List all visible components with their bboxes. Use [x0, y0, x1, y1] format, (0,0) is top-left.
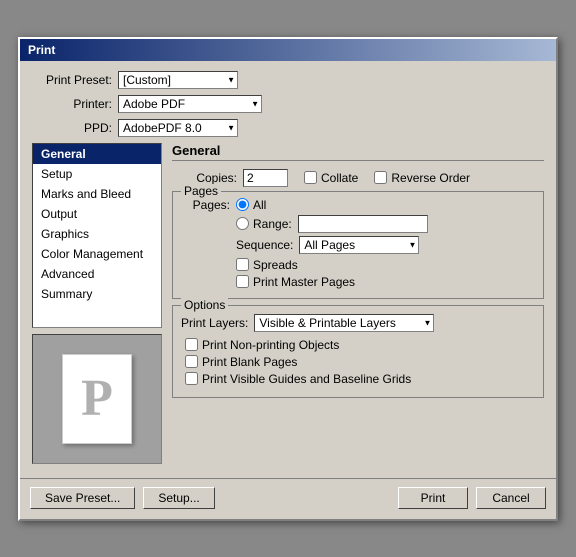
preset-select-wrapper: [Custom]DefaultHigh Quality	[118, 71, 238, 89]
all-text: All	[253, 198, 266, 212]
options-group-title: Options	[181, 298, 228, 312]
range-label: Range:	[253, 217, 292, 231]
nav-item-color-management[interactable]: Color Management	[33, 244, 161, 264]
copies-label: Copies:	[172, 171, 237, 185]
print-blank-pages-checkbox[interactable]	[185, 355, 198, 368]
collate-checkbox[interactable]	[304, 171, 317, 184]
preview-letter: P	[81, 369, 113, 428]
print-visible-guides-label[interactable]: Print Visible Guides and Baseline Grids	[185, 372, 411, 386]
range-radio-label[interactable]: Range:	[236, 217, 292, 231]
print-layers-select-wrapper: Visible & Printable Layers Visible Layer…	[254, 314, 434, 332]
left-panel: General Setup Marks and Bleed Output Gra…	[32, 143, 162, 464]
print-master-pages-label[interactable]: Print Master Pages	[236, 275, 355, 289]
dialog-titlebar: Print	[20, 39, 556, 61]
print-master-pages-row: Print Master Pages	[236, 275, 535, 289]
preview-page: P	[62, 354, 132, 444]
print-dialog: Print Print Preset: [Custom]DefaultHigh …	[18, 37, 558, 521]
nav-item-advanced[interactable]: Advanced	[33, 264, 161, 284]
reverse-order-text: Reverse Order	[391, 171, 470, 185]
all-radio[interactable]	[236, 198, 249, 211]
print-non-printing-text: Print Non-printing Objects	[202, 338, 339, 352]
print-preset-select[interactable]: [Custom]DefaultHigh Quality	[118, 71, 238, 89]
printer-row: Printer: Adobe PDFMicrosoft Print to PDF	[32, 95, 544, 113]
dialog-title: Print	[28, 43, 55, 57]
print-visible-guides-checkbox[interactable]	[185, 372, 198, 385]
printer-select[interactable]: Adobe PDFMicrosoft Print to PDF	[118, 95, 262, 113]
print-layers-select[interactable]: Visible & Printable Layers Visible Layer…	[254, 314, 434, 332]
print-non-printing-row: Print Non-printing Objects	[185, 338, 535, 352]
pages-section: Pages: All Range:	[185, 198, 535, 233]
section-title: General	[172, 143, 544, 161]
collate-label[interactable]: Collate	[304, 171, 358, 185]
nav-list: General Setup Marks and Bleed Output Gra…	[32, 143, 162, 328]
print-non-printing-checkbox[interactable]	[185, 338, 198, 351]
print-visible-guides-row: Print Visible Guides and Baseline Grids	[185, 372, 535, 386]
range-input[interactable]	[298, 215, 428, 233]
content-area: General Setup Marks and Bleed Output Gra…	[32, 143, 544, 464]
nav-item-output[interactable]: Output	[33, 204, 161, 224]
print-visible-guides-text: Print Visible Guides and Baseline Grids	[202, 372, 411, 386]
print-master-pages-checkbox[interactable]	[236, 275, 249, 288]
ppd-select[interactable]: AdobePDF 8.0AdobePDF 9.0	[118, 119, 238, 137]
ppd-label: PPD:	[32, 121, 112, 135]
copies-input[interactable]	[243, 169, 288, 187]
print-layers-label: Print Layers:	[181, 316, 248, 330]
printer-label: Printer:	[32, 97, 112, 111]
nav-item-summary[interactable]: Summary	[33, 284, 161, 304]
nav-item-general[interactable]: General	[33, 144, 161, 164]
preview-box: P	[32, 334, 162, 464]
sequence-label: Sequence:	[236, 238, 293, 252]
bottom-buttons: Save Preset... Setup... Print Cancel	[20, 478, 556, 519]
ppd-row: PPD: AdobePDF 8.0AdobePDF 9.0	[32, 119, 544, 137]
pages-group: Pages Pages: All	[172, 191, 544, 299]
nav-item-marks-bleed[interactable]: Marks and Bleed	[33, 184, 161, 204]
preset-row: Print Preset: [Custom]DefaultHigh Qualit…	[32, 71, 544, 89]
spreads-text: Spreads	[253, 258, 298, 272]
print-non-printing-label[interactable]: Print Non-printing Objects	[185, 338, 339, 352]
spreads-row: Spreads	[236, 258, 535, 272]
copies-row: Copies: Collate Reverse Order	[172, 169, 544, 187]
range-radio[interactable]	[236, 217, 249, 230]
cancel-button[interactable]: Cancel	[476, 487, 546, 509]
setup-button[interactable]: Setup...	[143, 487, 214, 509]
print-master-pages-text: Print Master Pages	[253, 275, 355, 289]
pages-label: Pages:	[185, 198, 230, 212]
spreads-checkbox[interactable]	[236, 258, 249, 271]
nav-item-graphics[interactable]: Graphics	[33, 224, 161, 244]
collate-text: Collate	[321, 171, 358, 185]
reverse-order-label[interactable]: Reverse Order	[374, 171, 470, 185]
print-blank-pages-row: Print Blank Pages	[185, 355, 535, 369]
print-blank-pages-text: Print Blank Pages	[202, 355, 297, 369]
dialog-body: Print Preset: [Custom]DefaultHigh Qualit…	[20, 61, 556, 474]
print-blank-pages-label[interactable]: Print Blank Pages	[185, 355, 297, 369]
spreads-label[interactable]: Spreads	[236, 258, 298, 272]
preset-label: Print Preset:	[32, 73, 112, 87]
nav-item-setup[interactable]: Setup	[33, 164, 161, 184]
save-preset-button[interactable]: Save Preset...	[30, 487, 135, 509]
print-layers-row: Print Layers: Visible & Printable Layers…	[181, 314, 535, 332]
pages-range-row: Range:	[185, 215, 535, 233]
right-panel: General Copies: Collate Reverse Order	[172, 143, 544, 464]
reverse-order-checkbox[interactable]	[374, 171, 387, 184]
sequence-select-wrapper: All Pages Even Pages Odd Pages	[299, 236, 419, 254]
pages-all-row: Pages: All	[185, 198, 535, 212]
ppd-select-wrapper: AdobePDF 8.0AdobePDF 9.0	[118, 119, 238, 137]
sequence-row: Sequence: All Pages Even Pages Odd Pages	[236, 236, 535, 254]
options-group: Options Print Layers: Visible & Printabl…	[172, 305, 544, 398]
sequence-select[interactable]: All Pages Even Pages Odd Pages	[299, 236, 419, 254]
all-radio-label[interactable]: All	[236, 198, 266, 212]
pages-group-title: Pages	[181, 184, 221, 198]
printer-select-wrapper: Adobe PDFMicrosoft Print to PDF	[118, 95, 262, 113]
print-button[interactable]: Print	[398, 487, 468, 509]
